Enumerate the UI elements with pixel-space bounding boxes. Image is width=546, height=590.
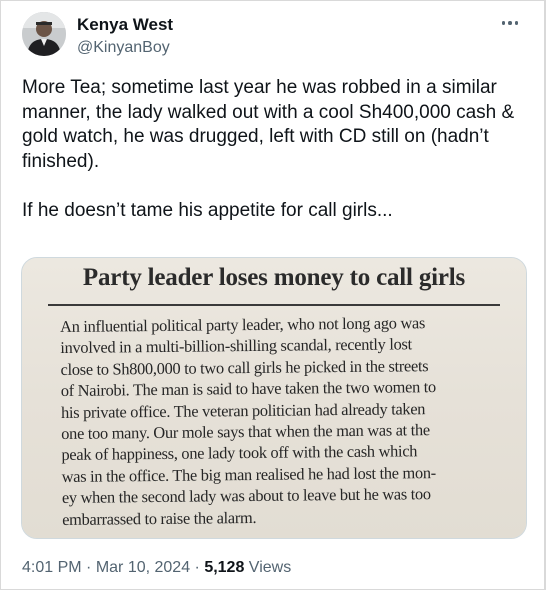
author-handle[interactable]: @KinyanBoy: [77, 39, 170, 57]
tweet-text: More Tea; sometime last year he was robb…: [22, 77, 515, 221]
views-label: Views: [244, 559, 292, 576]
tweet-time[interactable]: 4:01 PM: [22, 559, 82, 576]
views-count: 5,128: [204, 559, 245, 576]
avatar[interactable]: [22, 12, 66, 56]
avatar-photo: [22, 12, 66, 56]
tweet-metadata: 4:01 PM · Mar 10, 2024 · 5,128 Views: [22, 559, 291, 577]
dot: [514, 21, 519, 25]
tweet-card: Kenya West @KinyanBoy More Tea; sometime…: [0, 0, 546, 590]
tweet-date[interactable]: Mar 10, 2024: [96, 559, 190, 576]
author-name[interactable]: Kenya West: [77, 15, 173, 35]
more-options-icon[interactable]: [498, 13, 522, 33]
clipping-headline: Party leader loses money to call girls: [82, 264, 466, 291]
headline-rule: [48, 304, 500, 306]
clipping-article: An influential political party leader, w…: [60, 311, 526, 530]
separator: ·: [81, 559, 96, 576]
attached-image[interactable]: Party leader loses money to call girls A…: [21, 257, 527, 539]
dot: [508, 21, 512, 25]
separator: ·: [190, 559, 205, 576]
dot: [501, 21, 506, 25]
